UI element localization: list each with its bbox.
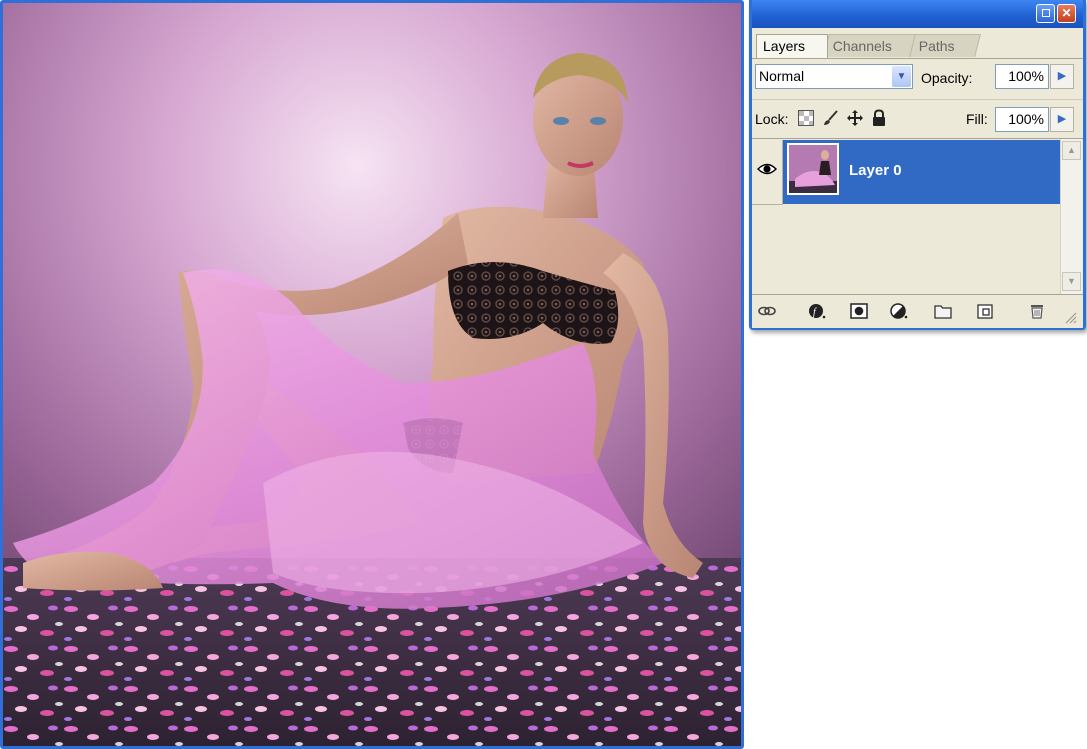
tab-paths[interactable]: Paths <box>909 34 981 57</box>
lock-brush-icon[interactable] <box>822 109 840 127</box>
panel-footer: f <box>752 294 1083 328</box>
resize-grip-icon[interactable] <box>1065 312 1077 324</box>
chevron-down-icon[interactable]: ▼ <box>892 66 911 87</box>
panel-tabs: Channels Paths Layers ▶ <box>752 28 1083 84</box>
blend-mode-value: Normal <box>759 68 805 84</box>
close-icon: ✕ <box>1061 6 1072 20</box>
panel-titlebar[interactable]: ✕ <box>752 0 1083 28</box>
new-layer-icon[interactable] <box>976 303 994 319</box>
layer-mask-icon[interactable] <box>850 303 868 319</box>
thumbnail-image <box>789 145 837 193</box>
lock-move-icon[interactable] <box>846 109 864 127</box>
chevron-up-icon: ▲ <box>1067 145 1076 155</box>
blend-mode-select[interactable]: Normal ▼ <box>755 64 913 89</box>
layer-list-scrollbar[interactable]: ▲ ▼ <box>1060 139 1082 294</box>
layer-name: Layer 0 <box>849 162 902 179</box>
opacity-label: Opacity: <box>921 70 973 86</box>
fill-label: Fill: <box>966 111 988 127</box>
new-group-icon[interactable] <box>934 303 952 319</box>
fill-slider-button[interactable]: ▶ <box>1050 107 1074 132</box>
play-arrow-icon: ▶ <box>1057 70 1067 82</box>
trash-icon[interactable] <box>1028 303 1046 319</box>
layer-item-selected[interactable]: Layer 0 <box>783 140 1060 204</box>
eye-icon <box>757 163 777 175</box>
minimize-icon <box>1041 9 1050 17</box>
play-arrow-icon: ▶ <box>1057 113 1067 125</box>
tab-channels[interactable]: Channels <box>823 34 919 57</box>
layer-thumbnail <box>787 143 839 195</box>
visibility-toggle[interactable] <box>752 140 783 205</box>
layers-panel: ✕ Channels Paths Layers ▶ Normal ▼ Opaci… <box>749 0 1086 330</box>
scroll-up-button[interactable]: ▲ <box>1062 141 1081 160</box>
adjustment-layer-icon[interactable] <box>890 303 908 319</box>
scroll-down-button[interactable]: ▼ <box>1062 272 1081 291</box>
lock-transparency-icon[interactable] <box>797 109 815 127</box>
opacity-slider-button[interactable]: ▶ <box>1050 64 1074 89</box>
lock-all-icon[interactable] <box>870 109 888 127</box>
fill-input[interactable]: 100% <box>995 107 1049 132</box>
lock-row: Lock: Fill: 100% ▶ <box>752 99 1083 139</box>
lock-label: Lock: <box>755 111 789 127</box>
link-layers-icon[interactable] <box>758 303 776 319</box>
canvas-artwork <box>3 3 741 746</box>
layer-style-icon[interactable]: f <box>808 303 826 319</box>
blend-row: Normal ▼ Opacity: 100% ▶ <box>752 59 1083 95</box>
opacity-input[interactable]: 100% <box>995 64 1049 89</box>
layer-row[interactable]: Layer 0 <box>752 140 1060 205</box>
chevron-down-icon: ▼ <box>1067 276 1076 286</box>
document-canvas[interactable] <box>0 0 744 749</box>
tab-layers[interactable]: Layers <box>756 34 828 58</box>
close-button[interactable]: ✕ <box>1057 4 1076 23</box>
layer-list: Layer 0 ▲ ▼ <box>752 139 1083 294</box>
minimize-button[interactable] <box>1036 4 1055 23</box>
